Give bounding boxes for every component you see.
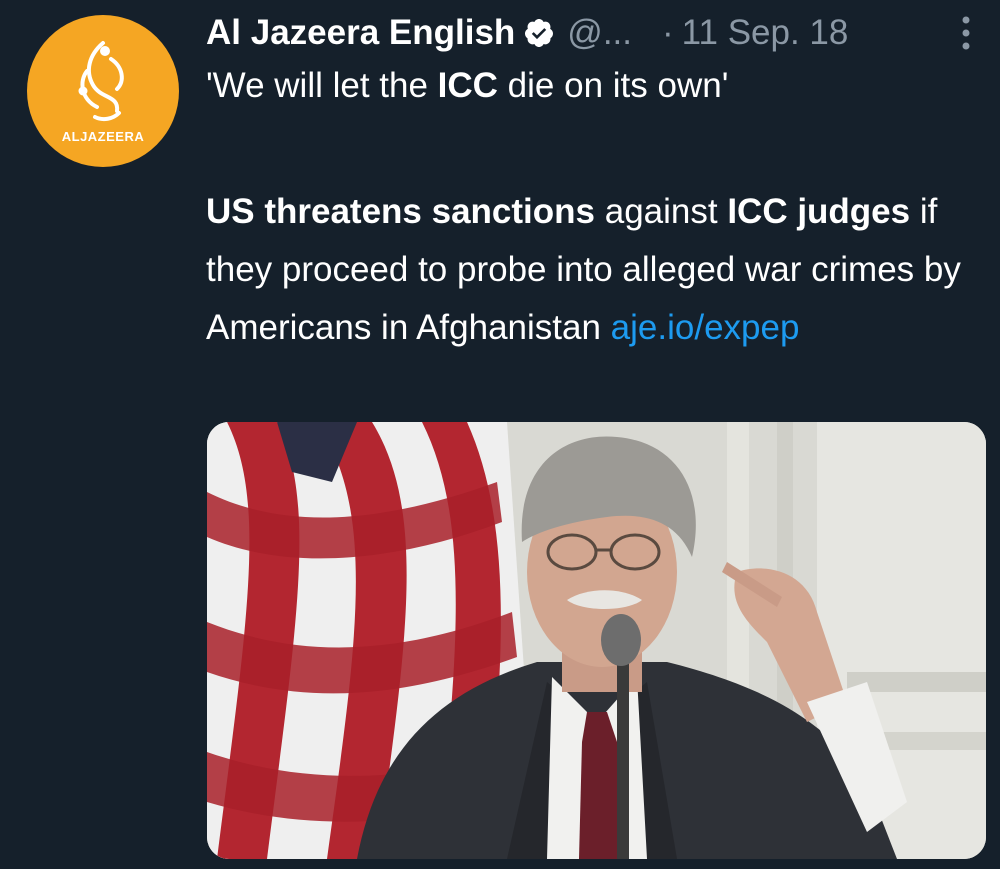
al-jazeera-logo-icon [78, 41, 124, 122]
avatar-label: ALJAZEERA [61, 129, 145, 144]
tweet-media-image[interactable] [207, 422, 986, 859]
separator: · [662, 13, 674, 52]
tweet-link[interactable]: aje.io/expep [611, 308, 800, 347]
body-bold-2: ICC judges [727, 192, 911, 231]
body-text-1: against [595, 192, 728, 231]
quote-text-bold: ICC [437, 66, 498, 105]
quote-text-end: die on its own' [497, 66, 729, 105]
verified-badge-icon [523, 17, 555, 49]
tweet-quote: 'We will let the ICC die on its own' [206, 66, 728, 106]
handle[interactable]: @... [567, 13, 632, 53]
tweet-header: Al Jazeera English @... · 11 Sep. 18 [206, 8, 986, 58]
photo-speaker-with-flag [207, 422, 986, 859]
display-name[interactable]: Al Jazeera English [206, 13, 515, 53]
more-vertical-icon[interactable] [946, 12, 986, 54]
tweet-body: US threatens sanctions against ICC judge… [206, 183, 986, 357]
body-bold-1: US threatens sanctions [206, 192, 595, 231]
timestamp[interactable]: 11 Sep. 18 [682, 13, 849, 53]
tweet[interactable]: ALJAZEERA Al Jazeera English @... · 11 S… [0, 0, 1000, 869]
quote-text-start: 'We will let the [206, 66, 438, 105]
avatar[interactable]: ALJAZEERA [27, 15, 179, 167]
